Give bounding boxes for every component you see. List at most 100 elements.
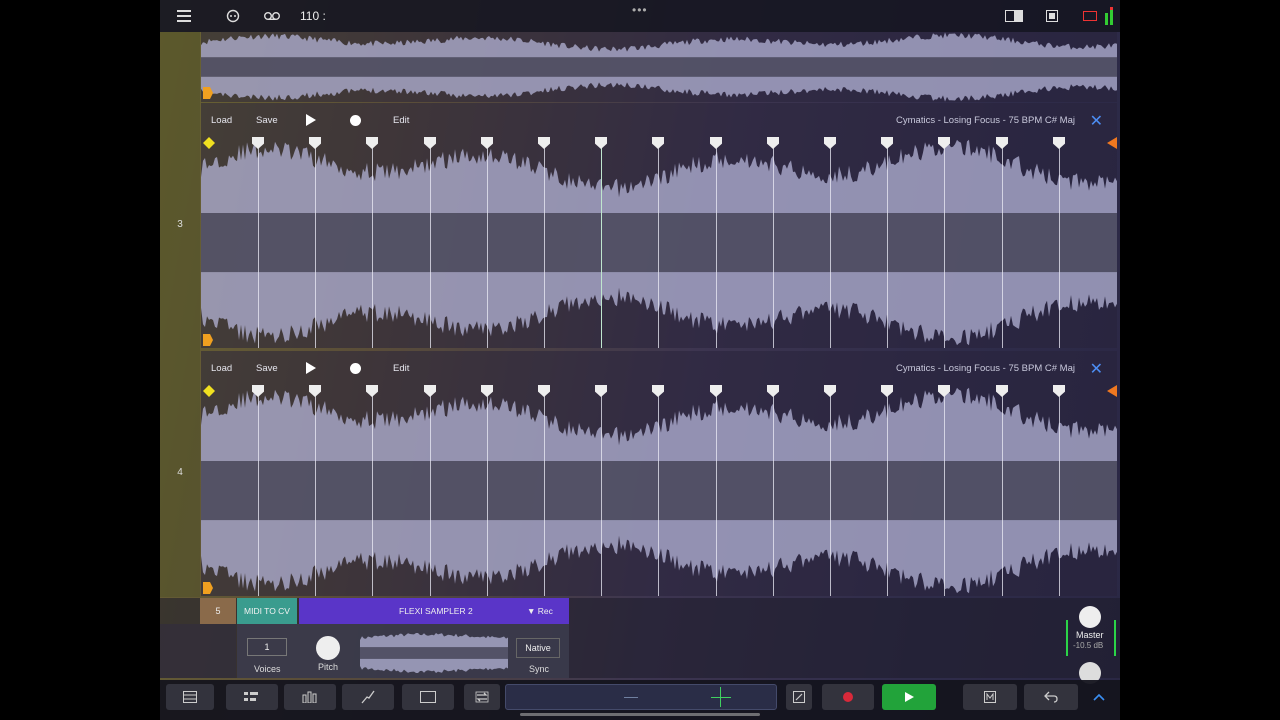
slice-line[interactable] (716, 385, 717, 596)
slice-line[interactable] (773, 385, 774, 596)
slice-line[interactable] (1002, 385, 1003, 596)
top-bar: 110 : ••• (160, 0, 1120, 32)
play-icon[interactable] (306, 362, 316, 374)
arrange-view-icon[interactable] (226, 684, 278, 710)
undo-icon (1044, 691, 1058, 703)
mixer-view-icon[interactable] (284, 684, 336, 710)
record-dot-icon (843, 692, 853, 702)
load-button[interactable]: Load (211, 363, 232, 374)
slice-line[interactable] (544, 385, 545, 596)
voices-label: Voices (254, 664, 281, 674)
slice-line[interactable] (830, 385, 831, 596)
waveform-4[interactable] (201, 385, 1117, 596)
timeline-marker-a (624, 697, 638, 698)
play-icon[interactable] (306, 114, 316, 126)
edit-note-icon[interactable] (786, 684, 812, 710)
slice-line[interactable] (430, 385, 431, 596)
edit-button[interactable]: Edit (393, 115, 409, 126)
slice-line[interactable] (601, 137, 602, 348)
slice-line[interactable] (887, 137, 888, 348)
slice-line[interactable] (601, 385, 602, 596)
close-icon[interactable]: ✕ (1090, 359, 1103, 379)
slice-line[interactable] (430, 137, 431, 348)
list-view-icon[interactable] (166, 684, 214, 710)
slice-line[interactable] (1059, 385, 1060, 596)
play-icon (905, 692, 914, 702)
window-full-icon[interactable] (1042, 6, 1062, 26)
drag-handle[interactable]: ••• (632, 3, 648, 17)
slice-line[interactable] (1059, 137, 1060, 348)
waveform-3[interactable] (201, 137, 1117, 348)
sample-name: Cymatics - Losing Focus - 75 BPM C# Maj (896, 115, 1075, 126)
track-gutter (160, 32, 200, 597)
native-button[interactable]: Native (516, 638, 560, 658)
sampler-lane-4[interactable]: Load Save Edit Cymatics - Losing Focus -… (201, 351, 1117, 596)
save-button[interactable]: Save (256, 363, 278, 374)
loop-icon[interactable] (464, 684, 500, 710)
tempo-display[interactable]: 110 : (300, 9, 326, 23)
slice-line[interactable] (315, 385, 316, 596)
rack-view-icon[interactable] (402, 684, 454, 710)
slice-line[interactable] (830, 137, 831, 348)
expand-up-icon[interactable] (1086, 684, 1112, 710)
slice-line[interactable] (658, 137, 659, 348)
hamburger-icon[interactable] (174, 6, 194, 26)
track-number-3[interactable]: 3 (160, 219, 200, 230)
record-button[interactable] (822, 684, 874, 710)
slice-line[interactable] (658, 385, 659, 596)
master-meter-right (1114, 620, 1116, 656)
track-number-5[interactable]: 5 (200, 598, 236, 624)
record-icon[interactable] (350, 115, 361, 126)
link-icon[interactable] (223, 6, 243, 26)
load-button[interactable]: Load (211, 115, 232, 126)
slice-line[interactable] (544, 137, 545, 348)
slice-line[interactable] (773, 137, 774, 348)
midi-to-cv-device[interactable]: MIDI TO CV (237, 598, 297, 624)
edit-button[interactable]: Edit (393, 363, 409, 374)
rec-dropdown[interactable]: ▼ Rec (527, 606, 553, 616)
sync-label: Sync (529, 664, 550, 674)
undo-button[interactable] (1024, 684, 1078, 710)
window-split-icon[interactable] (1004, 6, 1024, 26)
slice-line[interactable] (258, 385, 259, 596)
slice-line[interactable] (944, 385, 945, 596)
track-5-strip (160, 624, 236, 678)
sampler-lane-2[interactable] (201, 32, 1117, 102)
timeline-overview[interactable] (505, 684, 777, 710)
flexi-sampler-header[interactable]: FLEXI SAMPLER 2 ▼ Rec (299, 598, 569, 624)
master-meter (1066, 620, 1068, 656)
slice-line[interactable] (716, 137, 717, 348)
slice-line[interactable] (315, 137, 316, 348)
pitch-knob[interactable] (316, 636, 340, 660)
tape-icon[interactable] (262, 6, 282, 26)
waveform-core (201, 213, 1117, 273)
record-icon[interactable] (350, 363, 361, 374)
slice-line[interactable] (258, 137, 259, 348)
record-window-icon[interactable] (1080, 6, 1100, 26)
close-icon[interactable]: ✕ (1090, 111, 1103, 131)
slice-line[interactable] (372, 385, 373, 596)
track-number-4[interactable]: 4 (160, 467, 200, 478)
pitch-label: Pitch (318, 662, 339, 672)
waveform-core (360, 647, 508, 659)
metronome-button[interactable] (963, 684, 1017, 710)
slice-line[interactable] (487, 385, 488, 596)
slice-line[interactable] (944, 137, 945, 348)
master-knob[interactable] (1079, 606, 1101, 628)
lane-controls-3: Load Save Edit Cymatics - Losing Focus -… (201, 103, 1117, 137)
waveform-2[interactable] (201, 32, 1117, 102)
sampler-lane-3[interactable]: Load Save Edit Cymatics - Losing Focus -… (201, 103, 1117, 348)
play-button[interactable] (882, 684, 936, 710)
home-indicator[interactable] (520, 713, 760, 716)
lane-controls-4: Load Save Edit Cymatics - Losing Focus -… (201, 351, 1117, 385)
slice-line[interactable] (887, 385, 888, 596)
save-button[interactable]: Save (256, 115, 278, 126)
voices-value[interactable]: 1 (247, 638, 287, 656)
slice-line[interactable] (487, 137, 488, 348)
slice-line[interactable] (372, 137, 373, 348)
slice-line[interactable] (1002, 137, 1003, 348)
mini-waveform[interactable] (360, 632, 508, 674)
sample-name: Cymatics - Losing Focus - 75 BPM C# Maj (896, 363, 1075, 374)
automation-icon[interactable] (342, 684, 394, 710)
waveform-core (201, 57, 1117, 77)
